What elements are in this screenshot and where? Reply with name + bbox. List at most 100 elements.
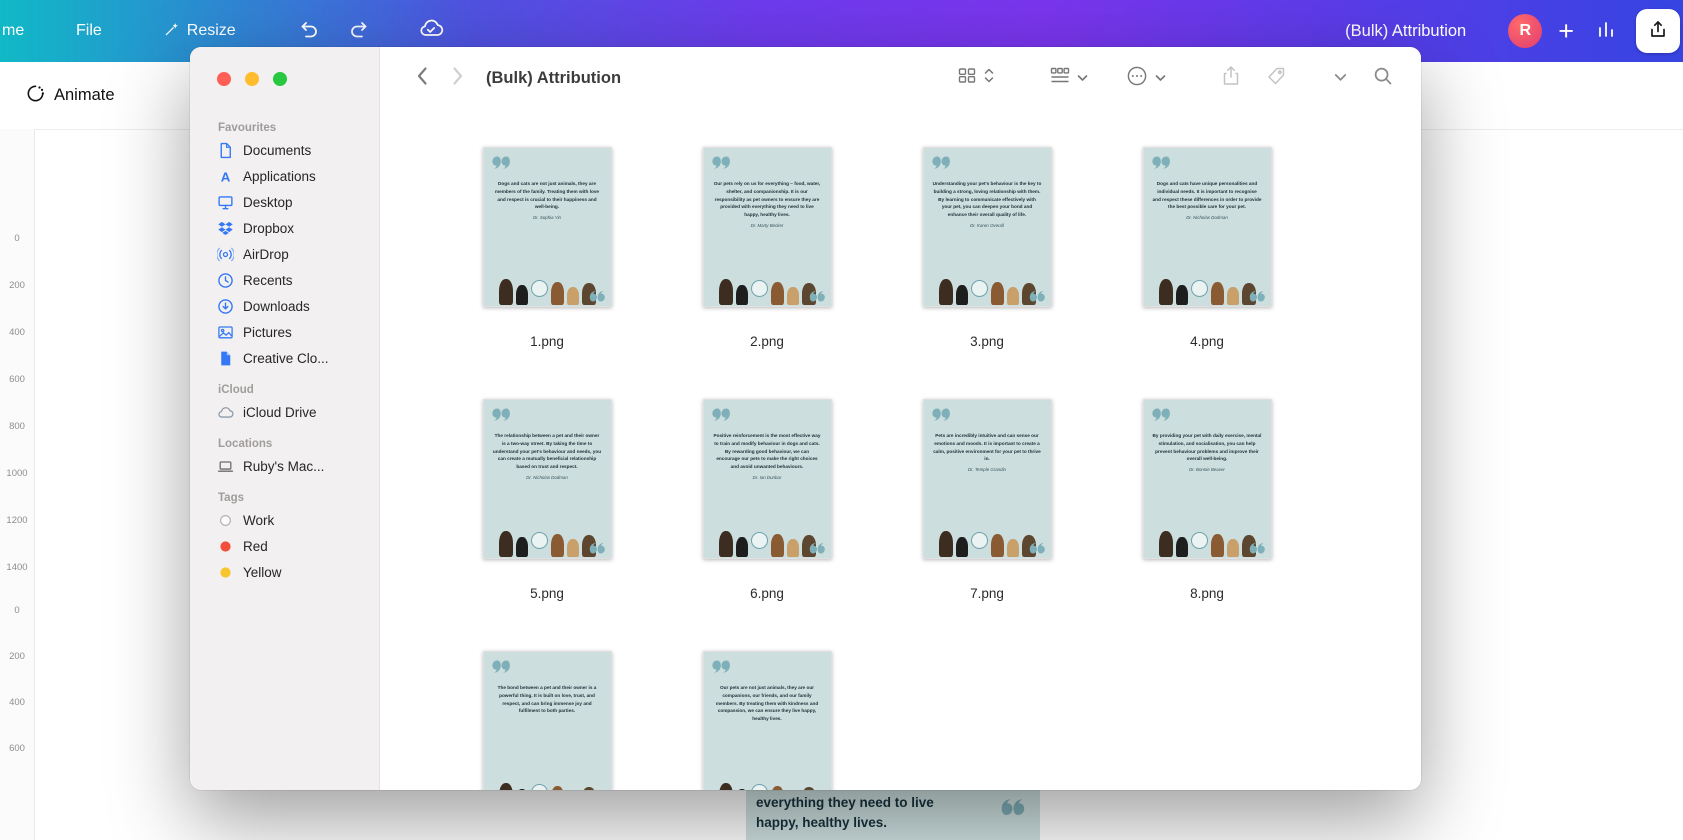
quote-text: Pets are incredibly intuitive and can se…	[933, 432, 1042, 463]
dog-photo	[499, 279, 513, 305]
sidebar-item-airdrop[interactable]: AirDrop	[190, 241, 379, 267]
sidebar-item-applications[interactable]: AApplications	[190, 163, 379, 189]
cloud-save-status[interactable]	[418, 19, 444, 44]
file-name-label[interactable]: 7.png	[970, 586, 1004, 601]
file-thumbnail[interactable]: By providing your pet with daily exercis…	[1143, 399, 1272, 559]
dog-photo	[567, 539, 579, 557]
file-thumbnail[interactable]: Dogs and cats have unique personalities …	[1143, 147, 1272, 307]
file-name-label[interactable]: 6.png	[750, 586, 784, 601]
sidebar-item-label: Yellow	[243, 565, 282, 580]
opening-quote-icon	[711, 407, 739, 429]
undo-button[interactable]	[298, 19, 320, 43]
sidebar-item-work[interactable]: Work	[190, 507, 379, 533]
file-thumbnail[interactable]: Our pets rely on us for everything – foo…	[703, 147, 832, 307]
sidebar-item-label: iCloud Drive	[243, 405, 317, 420]
dog-photo	[736, 537, 748, 557]
file-item[interactable]: The bond between a pet and their owner i…	[437, 651, 657, 790]
quote-attribution: Dr. Ian Dunbar	[713, 475, 822, 480]
forward-button[interactable]	[452, 66, 464, 91]
group-by-button[interactable]	[1050, 67, 1088, 89]
quote-attribution: Dr. Nicholas Dodman	[493, 475, 602, 480]
share-file-button[interactable]	[1222, 65, 1240, 91]
quote-attribution: Dr. Sophia Yin	[493, 215, 602, 220]
view-mode-button[interactable]	[958, 67, 994, 89]
file-thumbnail[interactable]: The bond between a pet and their owner i…	[483, 651, 612, 790]
tag-button[interactable]	[1266, 66, 1286, 91]
logo-badge	[751, 532, 768, 549]
file-name-label[interactable]: 1.png	[530, 334, 564, 349]
file-name-label[interactable]: 4.png	[1190, 334, 1224, 349]
dog-photo	[567, 287, 579, 305]
ruler-number: 600	[0, 374, 34, 385]
file-item[interactable]: Our pets are not just animals, they are …	[657, 651, 877, 790]
file-item[interactable]: Our pets rely on us for everything – foo…	[657, 147, 877, 349]
file-thumbnail[interactable]: Understanding your pet's behaviour is th…	[923, 147, 1052, 307]
dog-photo	[719, 531, 733, 557]
dog-photo	[516, 537, 528, 557]
quote-text: Positive reinforcement is the most effec…	[713, 432, 822, 471]
sidebar-item-recents[interactable]: Recents	[190, 267, 379, 293]
file-thumbnail[interactable]: The relationship between a pet and their…	[483, 399, 612, 559]
file-item[interactable]: Positive reinforcement is the most effec…	[657, 399, 877, 601]
sidebar-item-label: Downloads	[243, 299, 310, 314]
search-icon	[1373, 66, 1393, 91]
actions-chevron-button[interactable]	[1334, 69, 1347, 87]
cat-photo	[1211, 282, 1224, 305]
sidebar-item-desktop[interactable]: Desktop	[190, 189, 379, 215]
sidebar-item-yellow[interactable]: Yellow	[190, 559, 379, 585]
insights-button[interactable]	[1596, 19, 1616, 44]
sidebar-item-red[interactable]: Red	[190, 533, 379, 559]
search-button[interactable]	[1373, 66, 1393, 91]
animate-button[interactable]: Animate	[26, 84, 115, 108]
file-item[interactable]: The relationship between a pet and their…	[437, 399, 657, 601]
file-item[interactable]: Understanding your pet's behaviour is th…	[877, 147, 1097, 349]
close-window-button[interactable]	[217, 72, 231, 86]
sidebar-item-ruby-s-mac[interactable]: Ruby's Mac...	[190, 453, 379, 479]
quote-text: Dogs and cats have unique personalities …	[1153, 180, 1262, 211]
file-menu-item[interactable]: File	[76, 22, 102, 40]
avatar[interactable]: R	[1508, 14, 1542, 48]
file-item[interactable]: Dogs and cats have unique personalities …	[1097, 147, 1317, 349]
sidebar-item-dropbox[interactable]: Dropbox	[190, 215, 379, 241]
mac-icon	[217, 458, 234, 475]
minimize-window-button[interactable]	[245, 72, 259, 86]
quote-body: By providing your pet with daily exercis…	[1153, 432, 1262, 472]
more-options-button[interactable]	[1126, 65, 1166, 92]
sidebar-item-downloads[interactable]: Downloads	[190, 293, 379, 319]
back-button[interactable]	[416, 66, 428, 91]
closing-quote-icon	[1022, 283, 1046, 303]
share-upload-icon	[1648, 19, 1668, 44]
sidebar-item-creative-clo[interactable]: Creative Clo...	[190, 345, 379, 371]
sidebar-item-label: Applications	[243, 169, 316, 184]
share-button[interactable]	[1636, 9, 1680, 53]
file-thumbnail[interactable]: Dogs and cats are not just animals, they…	[483, 147, 612, 307]
canvas-design-snippet[interactable]: everything they need to live happy, heal…	[746, 788, 1040, 840]
redo-button[interactable]	[348, 19, 370, 43]
zoom-window-button[interactable]	[273, 72, 287, 86]
file-thumbnail[interactable]: Positive reinforcement is the most effec…	[703, 399, 832, 559]
cat-photo	[771, 282, 784, 305]
file-name-label[interactable]: 3.png	[970, 334, 1004, 349]
file-name-label[interactable]: 2.png	[750, 334, 784, 349]
file-name-label[interactable]: 5.png	[530, 586, 564, 601]
file-item[interactable]: By providing your pet with daily exercis…	[1097, 399, 1317, 601]
dog-photo	[499, 531, 513, 557]
work-tag-icon	[217, 512, 234, 529]
quote-attribution: Dr. Bonnie Beaver	[1153, 467, 1262, 472]
document-title[interactable]: (Bulk) Attribution	[1345, 22, 1466, 41]
sidebar-item-icloud-drive[interactable]: iCloud Drive	[190, 399, 379, 425]
sidebar-item-pictures[interactable]: Pictures	[190, 319, 379, 345]
file-item[interactable]: Pets are incredibly intuitive and can se…	[877, 399, 1097, 601]
file-thumbnail[interactable]: Our pets are not just animals, they are …	[703, 651, 832, 790]
file-name-label[interactable]: 8.png	[1190, 586, 1224, 601]
ruler-number: 1000	[0, 468, 34, 479]
file-item[interactable]: Dogs and cats are not just animals, they…	[437, 147, 657, 349]
home-menu-item[interactable]: me	[2, 22, 32, 40]
add-button[interactable]: +	[1558, 18, 1574, 45]
closing-quote-icon	[1242, 535, 1266, 555]
sidebar-item-documents[interactable]: Documents	[190, 137, 379, 163]
resize-button[interactable]: Resize	[164, 21, 236, 42]
file-thumbnail[interactable]: Pets are incredibly intuitive and can se…	[923, 399, 1052, 559]
quote-text: Our pets rely on us for everything – foo…	[713, 180, 822, 219]
quote-body: Dogs and cats are not just animals, they…	[493, 180, 602, 220]
